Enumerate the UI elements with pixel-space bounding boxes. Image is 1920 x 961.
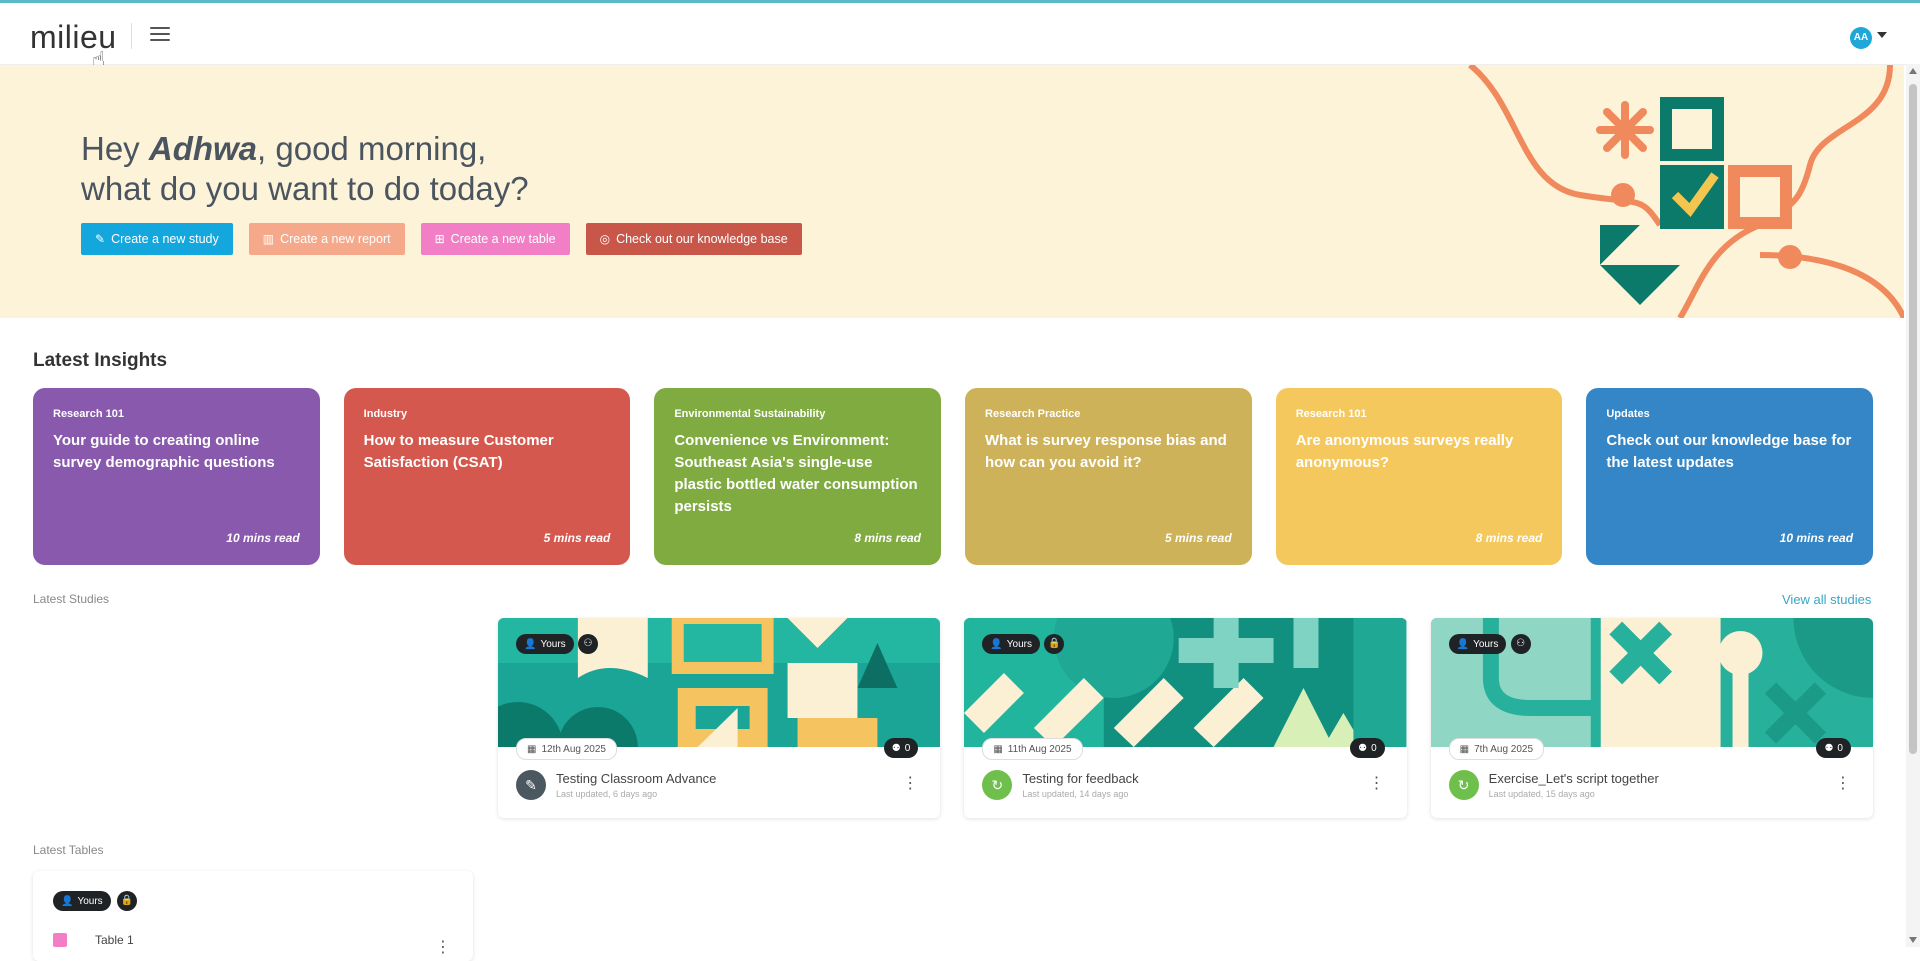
study-name[interactable]: Exercise_Let's script together: [1489, 771, 1659, 786]
insight-title: Are anonymous surveys really anonymous?: [1295, 432, 1514, 471]
insight-card[interactable]: Research 101 Your guide to creating onli…: [33, 388, 320, 565]
calendar-icon: ▦: [993, 743, 1003, 755]
insight-card[interactable]: Research 101 Are anonymous surveys reall…: [1275, 388, 1563, 565]
calendar-icon: ▦: [1459, 743, 1470, 755]
table-icon: ⊞: [434, 232, 445, 246]
more-options-icon[interactable]: ⋮: [1369, 776, 1385, 792]
study-date: ▦ 11th Aug 2025: [982, 738, 1083, 760]
insight-card[interactable]: Research Practice What is survey respons…: [965, 388, 1252, 565]
study-card[interactable]: 👤 Yours ⚇ ▦ 7th Aug 2025 ⚉ 0 ↻ Exercise_Let…: [1430, 618, 1873, 818]
hero-illustration: [1468, 65, 1904, 318]
greeting-text: Hey Adhwa, good morning, what do you wan…: [81, 130, 529, 207]
yours-badge: 👤 Yours: [982, 634, 1040, 654]
group-icon: ⚇: [1510, 634, 1531, 654]
welcome-hero: Hey Adhwa, good morning, what do you wan…: [0, 65, 1904, 318]
create-table-button[interactable]: ⊞ Create a new table: [420, 223, 570, 255]
latest-studies-title: Latest Studies: [33, 592, 110, 606]
insight-read-time: 10 mins read: [226, 531, 300, 545]
study-updated: Last updated, 6 days ago: [556, 789, 658, 799]
scroll-down-arrow-icon[interactable]: [1909, 937, 1917, 943]
insight-card[interactable]: Updates Check out our knowledge base for…: [1586, 388, 1874, 565]
insight-read-time: 10 mins read: [1779, 531, 1854, 545]
latest-insights-title: Latest Insights: [33, 350, 168, 371]
study-card[interactable]: 👤 Yours ⚇ ▦ 12th Aug 2025 ⚉ 0 ✎ Testing Cla…: [498, 618, 941, 818]
insight-category: Research Practice: [985, 408, 1081, 420]
insight-category: Research 101: [53, 408, 124, 420]
study-icon: ✎: [95, 232, 106, 246]
insight-category: Industry: [363, 408, 408, 420]
create-study-button[interactable]: ✎ Create a new study: [81, 223, 233, 255]
studies-list: 👤 Yours ⚇ ▦ 12th Aug 2025 ⚉ 0 ✎ Testing Cla…: [498, 618, 1873, 818]
yours-badge: 👤 Yours: [53, 891, 111, 911]
insight-category: Updates: [1606, 408, 1650, 420]
user-icon: 👤: [61, 895, 74, 907]
study-updated: Last updated, 15 days ago: [1488, 789, 1595, 799]
study-card[interactable]: 👤 Yours 🔒 ▦ 11th Aug 2025 ⚉ 0 ↻ Testing for…: [964, 618, 1407, 818]
insight-title: Check out our knowledge base for the lat…: [1606, 432, 1852, 471]
insight-read-time: 8 mins read: [1475, 531, 1543, 545]
view-all-studies-link[interactable]: View all studies: [1782, 592, 1871, 607]
insight-read-time: 5 mins read: [543, 531, 611, 545]
report-icon: ▥: [262, 232, 275, 246]
insight-category: Research 101: [1295, 408, 1367, 420]
user-icon: 👤: [1456, 638, 1470, 650]
user-name: Adhwa: [148, 130, 258, 167]
create-report-button[interactable]: ▥ Create a new report: [248, 223, 405, 255]
refresh-icon: ↻: [1448, 770, 1479, 800]
response-count: ⚉ 0: [1350, 738, 1385, 758]
study-updated: Last updated, 14 days ago: [1022, 789, 1129, 799]
chevron-down-icon[interactable]: [1877, 32, 1887, 38]
insight-card[interactable]: Industry How to measure Customer Satisfa…: [343, 388, 631, 565]
user-icon: 👤: [524, 638, 537, 650]
people-icon: ⚉: [1358, 742, 1368, 754]
insight-title: What is survey response bias and how can…: [985, 432, 1227, 471]
calendar-icon: ▦: [527, 743, 537, 755]
response-count: ⚉ 0: [883, 738, 919, 758]
table-name[interactable]: Table 1: [95, 933, 134, 947]
people-icon: ⚉: [1824, 742, 1834, 754]
study-date: ▦ 7th Aug 2025: [1448, 738, 1545, 760]
header-divider: [131, 23, 132, 49]
insight-card[interactable]: Environmental Sustainability Convenience…: [654, 388, 942, 565]
more-options-icon[interactable]: ⋮: [902, 776, 918, 792]
menu-icon[interactable]: [150, 27, 170, 43]
lock-icon: 🔒: [117, 891, 137, 911]
top-header: milieu ☝ AA: [0, 3, 1920, 72]
people-icon: ⚉: [891, 742, 901, 754]
more-options-icon[interactable]: ⋮: [435, 937, 451, 957]
insight-category: Environmental Sustainability: [674, 408, 826, 420]
insight-title: Your guide to creating online survey dem…: [53, 432, 275, 471]
group-icon: ⚇: [578, 634, 598, 654]
study-name[interactable]: Testing Classroom Advance: [556, 771, 716, 786]
knowledge-base-button[interactable]: ◎ Check out our knowledge base: [585, 223, 802, 255]
insight-title: Convenience vs Environment: Southeast As…: [674, 432, 918, 515]
insight-read-time: 5 mins read: [1164, 531, 1232, 545]
refresh-icon: ↻: [982, 770, 1013, 800]
scroll-thumb[interactable]: [1909, 84, 1917, 754]
more-options-icon[interactable]: ⋮: [1835, 776, 1851, 792]
latest-tables-title: Latest Tables: [33, 843, 104, 857]
page-scrollbar[interactable]: [1906, 64, 1920, 947]
insight-title: How to measure Customer Satisfaction (CS…: [363, 432, 554, 471]
user-icon: 👤: [990, 638, 1003, 650]
table-icon: [53, 933, 67, 947]
table-card[interactable]: 👤 Yours 🔒 Table 1 ⋮: [33, 871, 473, 961]
yours-badge: 👤 Yours: [1448, 634, 1507, 654]
study-date: ▦ 12th Aug 2025: [516, 738, 617, 760]
quick-actions: ✎ Create a new study ▥ Create a new report…: [81, 223, 802, 255]
response-count: ⚉ 0: [1816, 738, 1851, 758]
lightbulb-icon: ◎: [599, 232, 611, 246]
insights-list: Research 101 Your guide to creating onli…: [33, 388, 1874, 565]
scroll-up-arrow-icon[interactable]: [1909, 68, 1917, 74]
yours-badge: 👤 Yours: [516, 634, 574, 654]
pencil-icon: ✎: [516, 770, 546, 800]
study-name[interactable]: Testing for feedback: [1022, 771, 1138, 786]
user-avatar[interactable]: AA: [1850, 27, 1872, 49]
insight-read-time: 8 mins read: [854, 531, 922, 545]
